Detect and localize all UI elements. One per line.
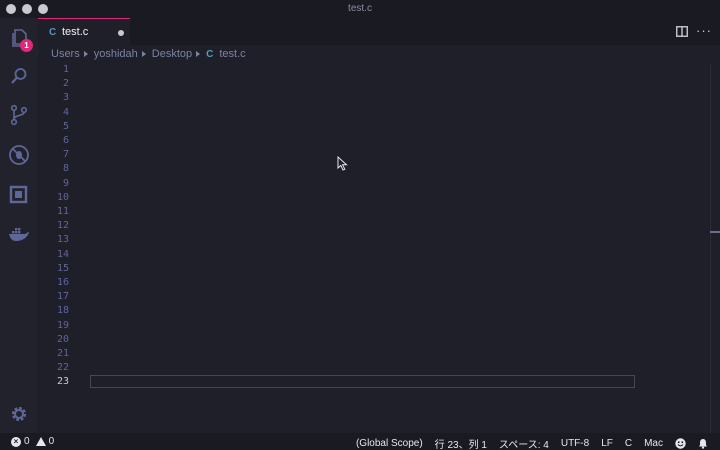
- scrollbar-cursor-marker: [710, 231, 720, 233]
- unsaved-dot-icon[interactable]: [118, 30, 124, 36]
- line-number: 19: [56, 319, 69, 331]
- chevron-right-icon: [83, 51, 88, 57]
- eol-setting[interactable]: LF: [601, 438, 613, 449]
- indentation-setting[interactable]: スペース: 4: [499, 436, 549, 450]
- extensions-button[interactable]: [7, 182, 31, 206]
- status-bar: × 0 0 (Global Scope) 行 23、列 1 スペース: 4 UT…: [0, 433, 720, 450]
- line-number: 12: [56, 220, 69, 232]
- line-number: 9: [62, 177, 69, 189]
- line-number-gutter: 1 2 3 4 5 6 7 8 9 10 11 12 13 14 15 16 17 18 19 20 21 22 23: [38, 63, 70, 433]
- line-number: 6: [62, 135, 69, 146]
- c-file-icon: C: [49, 27, 57, 38]
- encoding-setting[interactable]: UTF-8: [561, 438, 589, 449]
- line-number: 22: [56, 362, 69, 374]
- tab-label: test.c: [62, 26, 89, 38]
- current-line-highlight: [90, 375, 635, 388]
- source-control-icon: [10, 104, 28, 126]
- breadcrumb-file[interactable]: test.c: [219, 48, 245, 60]
- line-number: 11: [56, 206, 69, 217]
- line-number: 7: [62, 149, 69, 161]
- docker-button[interactable]: [7, 222, 31, 246]
- line-number: 23: [56, 376, 69, 388]
- breadcrumb-desktop[interactable]: Desktop: [152, 48, 192, 60]
- chevron-right-icon: [196, 51, 201, 57]
- line-number: 20: [56, 333, 69, 345]
- line-number: 13: [56, 234, 69, 246]
- more-actions-icon[interactable]: ···: [696, 23, 712, 38]
- window-title: test.c: [348, 3, 372, 14]
- line-number: 3: [62, 92, 69, 104]
- line-number: 18: [56, 305, 69, 317]
- c-file-icon: C: [206, 48, 214, 60]
- warning-icon: [35, 437, 46, 446]
- extensions-icon: [9, 185, 28, 204]
- warning-count: 0: [48, 436, 55, 447]
- chevron-right-icon: [141, 51, 146, 57]
- breadcrumb-yoshidah[interactable]: yoshidah: [94, 48, 138, 60]
- explorer-button[interactable]: 1: [7, 26, 33, 52]
- source-control-button[interactable]: [7, 103, 31, 127]
- code-editor[interactable]: 1 2 3 4 5 6 7 8 9 10 11 12 13 14 15 16 17 18 19 20 21 22 23: [38, 63, 720, 433]
- mouse-pointer-icon: [337, 156, 348, 171]
- line-number: 14: [56, 248, 69, 260]
- split-editor-icon[interactable]: [676, 26, 688, 40]
- tab-test-c[interactable]: C test.c: [38, 18, 130, 45]
- activity-bar: 1: [0, 18, 38, 433]
- notifications-bell-icon[interactable]: [698, 438, 708, 449]
- problems-indicator[interactable]: × 0 0: [11, 436, 54, 447]
- vertical-scrollbar[interactable]: [710, 63, 720, 433]
- search-icon: [11, 68, 27, 84]
- line-number: 2: [62, 78, 69, 90]
- line-number: 16: [56, 277, 69, 288]
- gear-icon: [11, 406, 27, 422]
- cursor-position[interactable]: 行 23、列 1: [435, 436, 487, 450]
- manage-button[interactable]: [7, 402, 31, 426]
- line-number: 4: [62, 106, 69, 118]
- line-number: 8: [62, 163, 69, 175]
- error-count: 0: [24, 436, 30, 447]
- line-number: 1: [62, 64, 69, 75]
- breadcrumb-users[interactable]: Users: [51, 48, 80, 60]
- language-mode[interactable]: C: [625, 438, 632, 449]
- search-button[interactable]: [7, 64, 31, 88]
- line-number: 5: [62, 120, 69, 132]
- editor-tab-strip: C test.c ···: [38, 18, 720, 45]
- feedback-smiley-icon[interactable]: [675, 438, 686, 449]
- line-number: 17: [56, 291, 69, 303]
- debug-icon: [9, 145, 29, 165]
- title-bar: test.c: [0, 0, 720, 18]
- line-number: 10: [56, 191, 69, 203]
- breadcrumb: Users yoshidah Desktop C test.c: [38, 45, 720, 63]
- line-number: 15: [56, 262, 69, 274]
- error-icon: ×: [11, 436, 21, 447]
- line-number: 21: [56, 348, 69, 359]
- docker-icon: [9, 228, 29, 241]
- debug-button[interactable]: [7, 143, 31, 167]
- scope-indicator[interactable]: (Global Scope): [356, 438, 423, 449]
- explorer-badge: 1: [20, 39, 33, 52]
- platform-config[interactable]: Mac: [644, 438, 663, 449]
